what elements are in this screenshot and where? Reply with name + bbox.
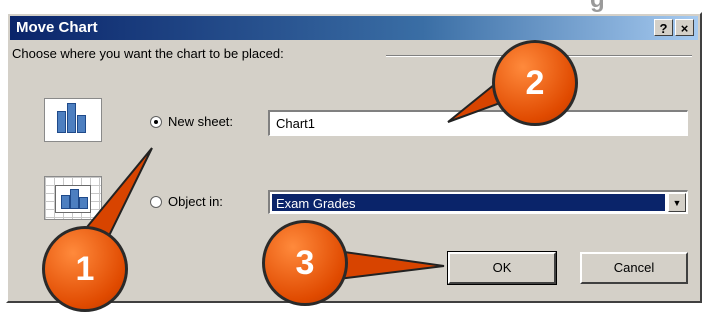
callout-2: 2 — [492, 40, 578, 126]
callout-3: 3 — [262, 220, 348, 306]
callout-1: 1 — [42, 226, 128, 312]
